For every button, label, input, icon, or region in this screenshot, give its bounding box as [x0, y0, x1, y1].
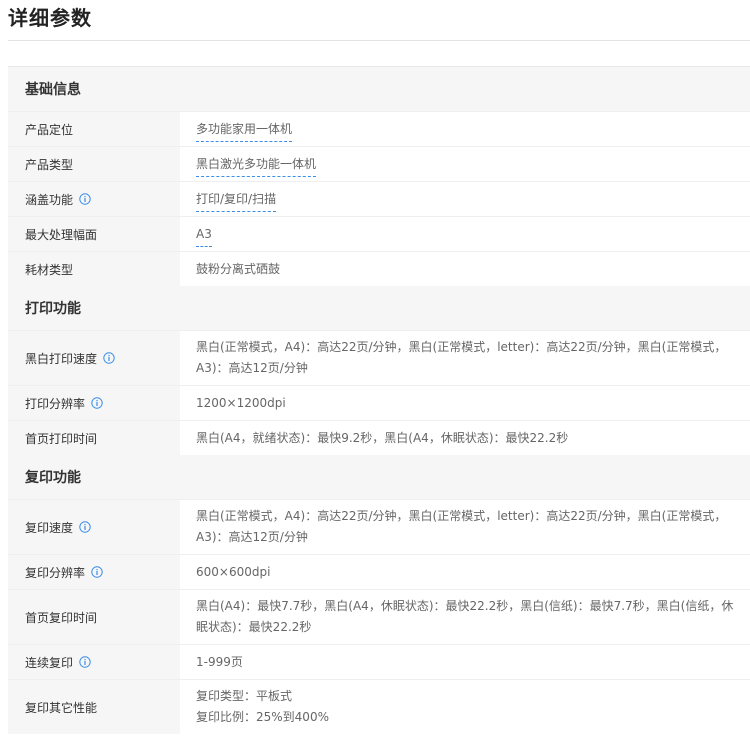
spec-key: 首页打印时间 — [8, 421, 180, 455]
info-circle-icon[interactable] — [91, 397, 103, 409]
info-circle-icon[interactable] — [91, 566, 103, 578]
spec-key: 产品类型 — [8, 147, 180, 181]
spec-key: 首页复印时间 — [8, 590, 180, 644]
spec-key-wrap: 涵盖功能 — [8, 182, 180, 216]
page-title: 详细参数 — [8, 6, 92, 30]
spec-value: 1-999页 — [196, 655, 243, 669]
spec-row: 打印分辨率 1200×1200dpi — [8, 385, 750, 420]
spec-table: 基础信息 产品定位 多功能家用一体机 产品类型 黑白激光多功能一体机 涵盖功能 … — [8, 66, 750, 734]
spec-row: 最大处理幅面 A3 — [8, 216, 750, 251]
spec-row: 复印分辨率 600×600dpi — [8, 554, 750, 589]
spec-value-link[interactable]: 多功能家用一体机 — [196, 119, 293, 142]
spec-row: 产品定位 多功能家用一体机 — [8, 111, 750, 146]
spec-value-link[interactable]: A3 — [196, 224, 212, 247]
spec-key: 复印速度 — [25, 520, 74, 535]
spec-value: 黑白(正常模式，A4)：高达22页/分钟，黑白(正常模式，letter)：高达2… — [196, 509, 727, 544]
spec-value: 600×600dpi — [196, 565, 271, 579]
spec-key-wrap: 打印分辨率 — [8, 386, 180, 420]
spec-key-wrap: 连续复印 — [8, 645, 180, 679]
spec-row: 首页复印时间 黑白(A4)：最快7.7秒，黑白(A4，休眠状态)：最快22.2秒… — [8, 589, 750, 644]
spec-value: A3 — [180, 217, 750, 251]
spec-key: 涵盖功能 — [25, 192, 74, 207]
info-circle-icon[interactable] — [79, 521, 91, 533]
spec-value-link[interactable]: 打印/复印/扫描 — [196, 189, 277, 212]
spec-key: 耗材类型 — [8, 252, 180, 286]
spec-value: 鼓粉分离式硒鼓 — [196, 262, 281, 276]
info-circle-icon[interactable] — [79, 656, 91, 668]
spec-key: 产品定位 — [8, 112, 180, 146]
spec-key: 复印分辨率 — [25, 565, 86, 580]
spec-row: 连续复印 1-999页 — [8, 644, 750, 679]
spec-row: 耗材类型 鼓粉分离式硒鼓 — [8, 251, 750, 286]
spec-key: 黑白打印速度 — [25, 351, 98, 366]
spec-value: 多功能家用一体机 — [180, 112, 750, 146]
spec-value: 黑白激光多功能一体机 — [180, 147, 750, 181]
spec-value: 1200×1200dpi — [196, 396, 286, 410]
spec-key: 连续复印 — [25, 655, 74, 670]
spec-key: 打印分辨率 — [25, 396, 86, 411]
spec-row: 黑白打印速度 黑白(正常模式，A4)：高达22页/分钟，黑白(正常模式，lett… — [8, 330, 750, 385]
title-divider — [8, 40, 750, 41]
section-header-print: 打印功能 — [8, 286, 750, 330]
spec-value: 打印/复印/扫描 — [180, 182, 750, 216]
info-circle-icon[interactable] — [79, 193, 91, 205]
spec-row: 复印速度 黑白(正常模式，A4)：高达22页/分钟，黑白(正常模式，letter… — [8, 499, 750, 554]
spec-row: 涵盖功能 打印/复印/扫描 — [8, 181, 750, 216]
spec-value-line: 复印比例：25%到400% — [196, 710, 329, 724]
section-header-copy: 复印功能 — [8, 455, 750, 499]
info-circle-icon[interactable] — [103, 352, 115, 364]
spec-key-wrap: 黑白打印速度 — [8, 331, 180, 385]
spec-value: 黑白(A4，就绪状态)：最快9.2秒，黑白(A4，休眠状态)：最快22.2秒 — [196, 431, 569, 445]
section-header-basic: 基础信息 — [8, 67, 750, 111]
spec-row: 产品类型 黑白激光多功能一体机 — [8, 146, 750, 181]
spec-key: 复印其它性能 — [8, 680, 180, 734]
spec-key-wrap: 复印速度 — [8, 500, 180, 554]
spec-value: 黑白(A4)：最快7.7秒，黑白(A4，休眠状态)：最快22.2秒，黑白(信纸)… — [196, 599, 734, 634]
spec-row: 首页打印时间 黑白(A4，就绪状态)：最快9.2秒，黑白(A4，休眠状态)：最快… — [8, 420, 750, 455]
spec-key: 最大处理幅面 — [8, 217, 180, 251]
spec-value-link[interactable]: 黑白激光多功能一体机 — [196, 154, 317, 177]
spec-row: 复印其它性能 复印类型：平板式 复印比例：25%到400% — [8, 679, 750, 734]
spec-value: 黑白(正常模式，A4)：高达22页/分钟，黑白(正常模式，letter)：高达2… — [196, 340, 727, 375]
spec-value: 复印类型：平板式 复印比例：25%到400% — [180, 680, 750, 734]
spec-value-line: 复印类型：平板式 — [196, 689, 293, 703]
spec-key-wrap: 复印分辨率 — [8, 555, 180, 589]
